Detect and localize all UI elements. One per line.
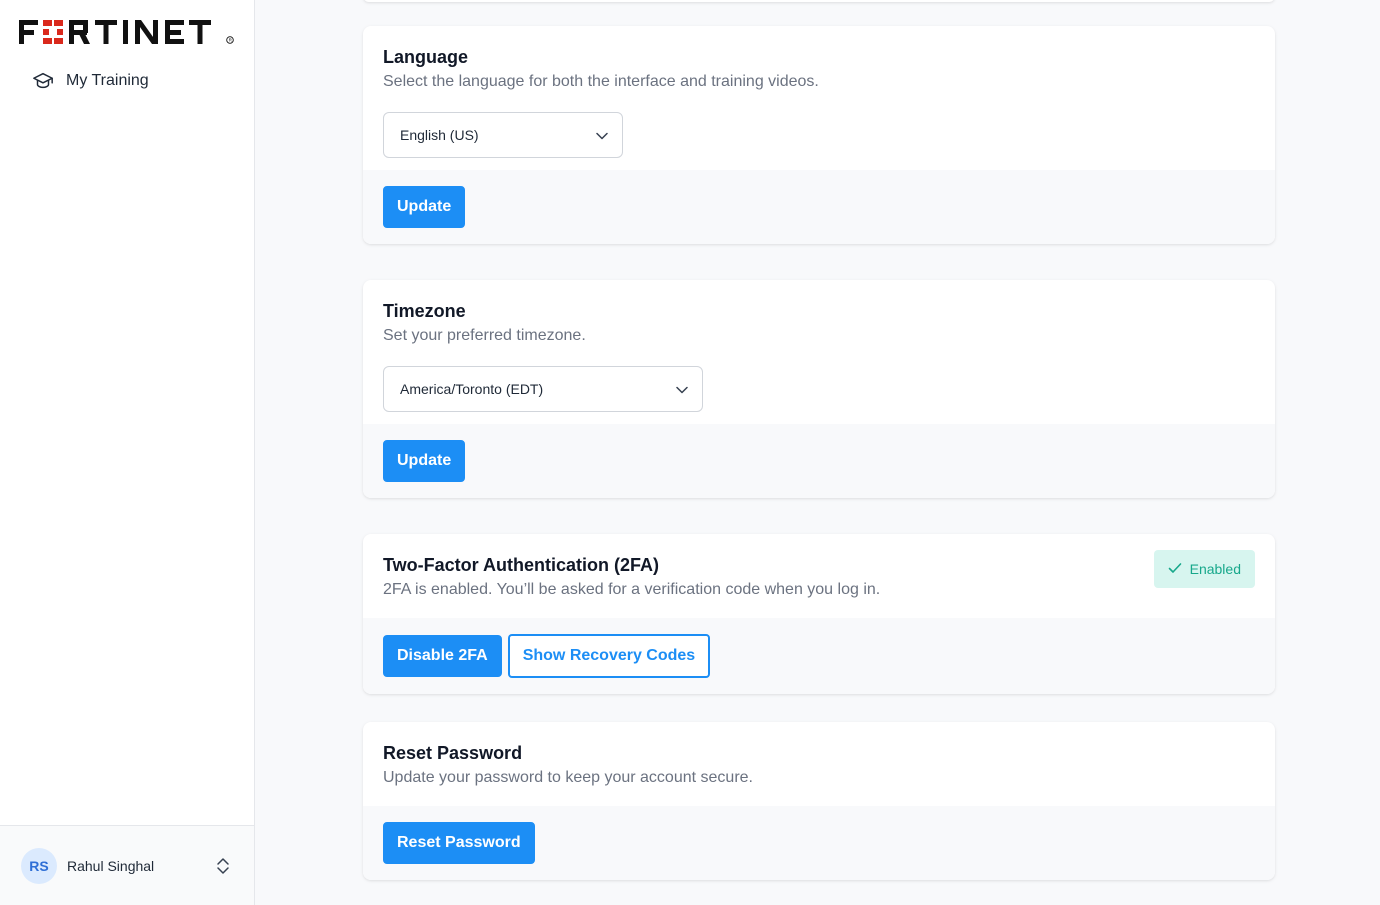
timezone-update-button[interactable]: Update bbox=[383, 440, 466, 482]
reset-password-button[interactable]: Reset Password bbox=[383, 822, 535, 864]
svg-text:R: R bbox=[229, 38, 233, 43]
timezone-description: Set your preferred timezone. bbox=[383, 327, 586, 344]
twofa-title: Two-Factor Authentication (2FA) bbox=[383, 555, 659, 575]
settings-main: Language Select the language for both th… bbox=[255, 0, 1380, 905]
graduation-cap-icon bbox=[32, 70, 54, 92]
sidebar-item-my-training[interactable]: My Training bbox=[20, 66, 235, 96]
user-name: Rahul Singhal bbox=[67, 857, 155, 874]
twofa-card: Two-Factor Authentication (2FA) 2FA is e… bbox=[363, 534, 1275, 694]
status-badge-label: Enabled bbox=[1189, 561, 1241, 577]
timezone-select[interactable]: America/Toronto (EDT) bbox=[383, 366, 703, 412]
timezone-selected-value: America/Toronto (EDT) bbox=[400, 381, 544, 397]
app-root: R My Training RS Rahul Singhal Language … bbox=[0, 0, 1380, 905]
reset-description: Update your password to keep your accoun… bbox=[383, 769, 753, 786]
language-update-button[interactable]: Update bbox=[383, 186, 466, 228]
chevron-down-icon bbox=[596, 127, 608, 143]
fortinet-logo[interactable]: R bbox=[19, 18, 235, 46]
reset-title: Reset Password bbox=[383, 743, 523, 763]
chevron-down-icon bbox=[676, 381, 688, 397]
language-description: Select the language for both the interfa… bbox=[383, 73, 819, 90]
chevron-up-down-icon[interactable] bbox=[213, 856, 233, 876]
disable-2fa-button[interactable]: Disable 2FA bbox=[383, 635, 502, 677]
previous-card-edge bbox=[363, 0, 1275, 2]
reset-password-card: Reset Password Update your password to k… bbox=[363, 722, 1275, 880]
language-card: Language Select the language for both th… bbox=[363, 26, 1275, 244]
language-select[interactable]: English (US) bbox=[383, 112, 623, 158]
timezone-title: Timezone bbox=[383, 301, 466, 321]
sidebar-item-label: My Training bbox=[66, 72, 149, 89]
status-badge: Enabled bbox=[1153, 550, 1255, 588]
check-icon bbox=[1168, 561, 1182, 577]
twofa-description: 2FA is enabled. You’ll be asked for a ve… bbox=[383, 581, 881, 598]
language-title: Language bbox=[383, 47, 469, 67]
sidebar: R My Training RS Rahul Singhal bbox=[0, 0, 255, 905]
user-menu[interactable]: RS Rahul Singhal bbox=[0, 825, 254, 905]
show-recovery-codes-button[interactable]: Show Recovery Codes bbox=[507, 634, 711, 678]
timezone-card: Timezone Set your preferred timezone. Am… bbox=[363, 280, 1275, 498]
language-selected-value: English (US) bbox=[400, 127, 479, 143]
avatar: RS bbox=[21, 847, 57, 884]
